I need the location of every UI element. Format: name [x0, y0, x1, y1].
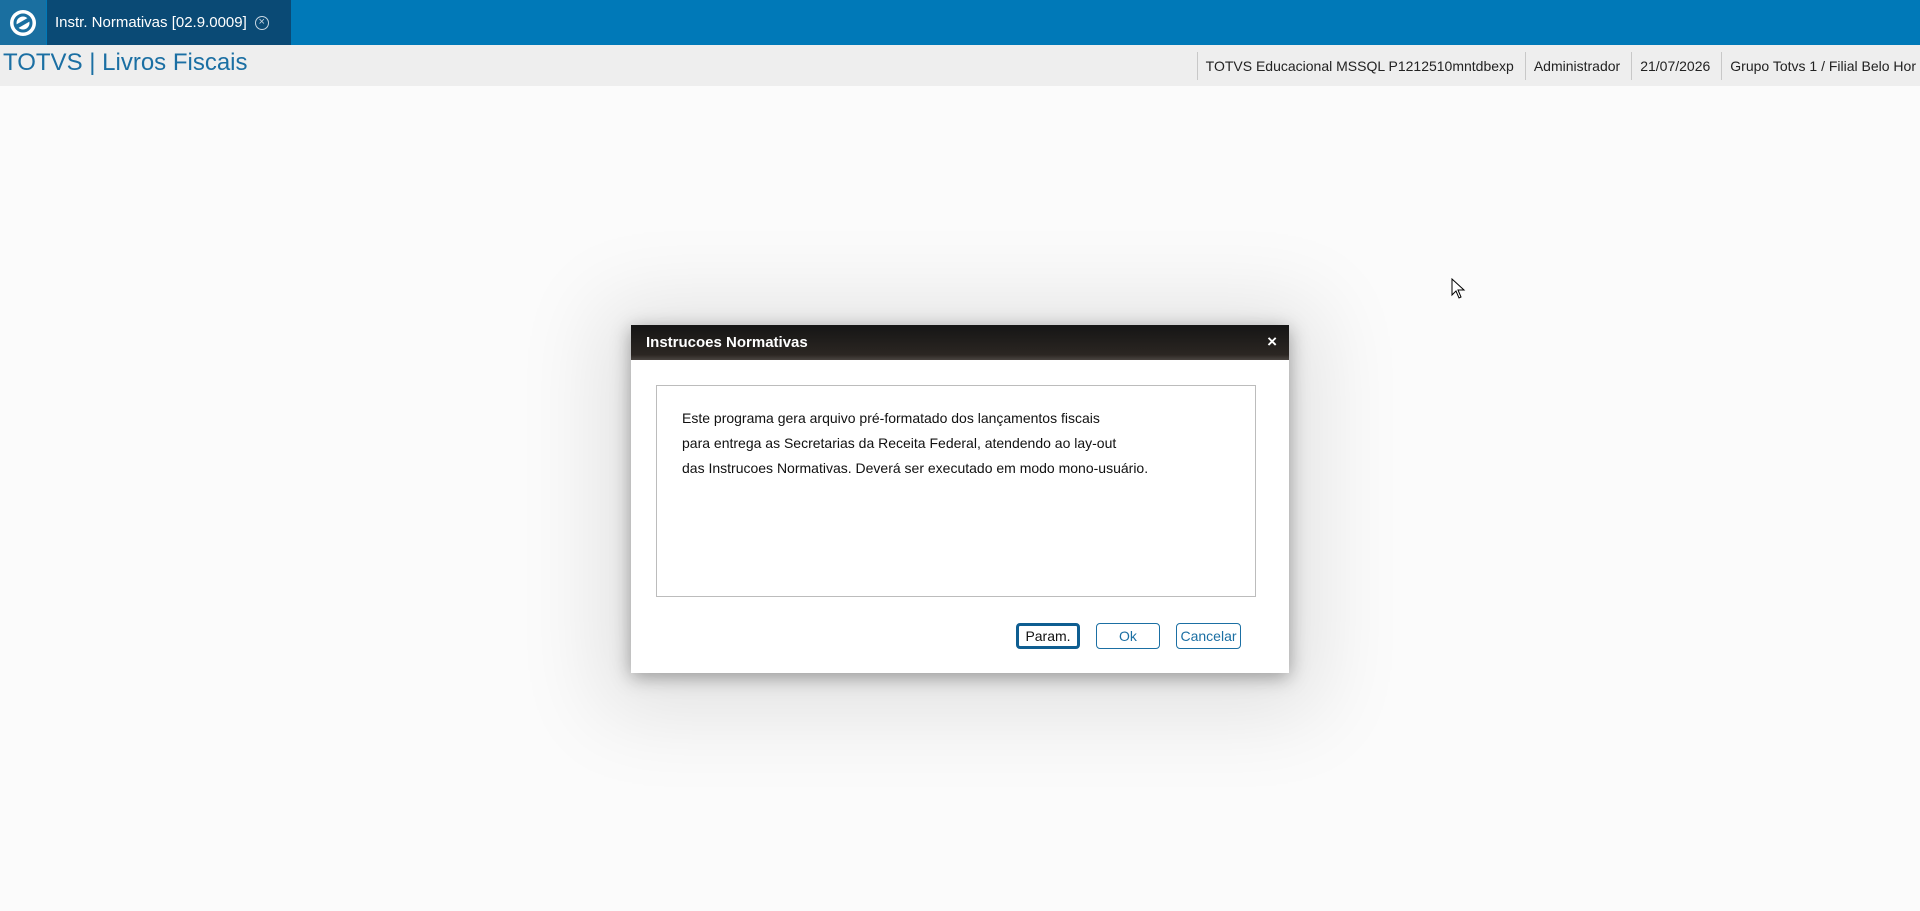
session-info: TOTVS Educacional MSSQL P1212510mntdbexp…	[1196, 52, 1920, 80]
instrucoes-normativas-dialog: Instrucoes Normativas × Este programa ge…	[631, 325, 1289, 673]
description-line: das Instrucoes Normativas. Deverá ser ex…	[682, 460, 1149, 476]
close-tab-icon[interactable]: ×	[254, 15, 269, 30]
cancel-button[interactable]: Cancelar	[1176, 623, 1241, 649]
dialog-title: Instrucoes Normativas	[646, 334, 808, 351]
app-header: TOTVS | Livros Fiscais TOTVS Educacional…	[0, 45, 1920, 86]
dialog-header: Instrucoes Normativas ×	[631, 325, 1289, 360]
tab-label: Instr. Normativas [02.9.0009]	[55, 14, 247, 31]
environment-label: TOTVS Educacional MSSQL P1212510mntdbexp	[1196, 52, 1525, 80]
user-label: Administrador	[1524, 52, 1631, 80]
branch-label: Grupo Totvs 1 / Filial Belo Hor	[1721, 52, 1920, 80]
param-button[interactable]: Param.	[1016, 623, 1080, 649]
mouse-cursor-icon	[1451, 278, 1466, 299]
description-box: Este programa gera arquivo pré-formatado…	[656, 385, 1256, 597]
ok-button[interactable]: Ok	[1096, 623, 1160, 649]
totvs-logo-icon[interactable]	[0, 0, 46, 45]
description-line: para entrega as Secretarias da Receita F…	[682, 435, 1117, 451]
date-label: 21/07/2026	[1631, 52, 1721, 80]
tab-instr-normativas[interactable]: Instr. Normativas [02.9.0009] ×	[47, 0, 291, 45]
close-icon[interactable]: ×	[1267, 333, 1277, 350]
app-title: TOTVS | Livros Fiscais	[3, 49, 248, 76]
description-line: Este programa gera arquivo pré-formatado…	[682, 410, 1100, 426]
top-bar: Instr. Normativas [02.9.0009] ×	[0, 0, 1920, 45]
